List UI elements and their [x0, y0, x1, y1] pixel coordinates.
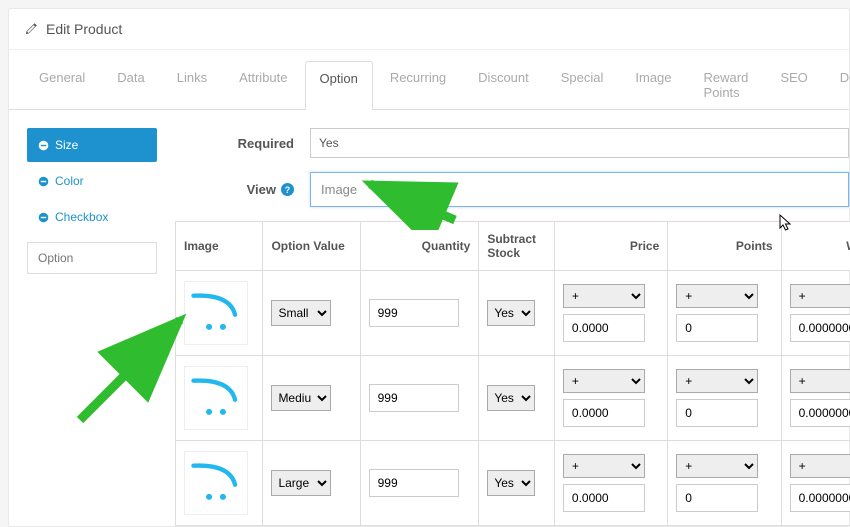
price-input[interactable]: [563, 399, 645, 427]
points-input[interactable]: [676, 484, 758, 512]
tab-reward-points[interactable]: Reward Points: [689, 60, 764, 109]
quantity-input[interactable]: [369, 384, 459, 412]
tab-seo[interactable]: SEO: [765, 60, 822, 109]
sidebar-item-checkbox[interactable]: Checkbox: [27, 200, 157, 234]
table-row: Large Yes + + +: [176, 441, 850, 526]
col-points: Points: [668, 222, 781, 271]
option-value-select[interactable]: Large: [271, 470, 331, 496]
sidebar-item-label: Checkbox: [55, 210, 108, 224]
price-sign-select[interactable]: +: [563, 369, 645, 393]
subtract-select[interactable]: Yes: [487, 470, 535, 496]
panel-header: Edit Product: [9, 9, 849, 50]
pencil-icon: [24, 22, 38, 36]
row-image[interactable]: [184, 281, 248, 345]
cursor-icon: [779, 214, 793, 232]
price-sign-select[interactable]: +: [563, 284, 645, 308]
tab-attribute[interactable]: Attribute: [224, 60, 302, 109]
panel-title: Edit Product: [46, 21, 122, 37]
price-sign-select[interactable]: +: [563, 454, 645, 478]
tab-image[interactable]: Image: [620, 60, 686, 109]
points-input[interactable]: [676, 399, 758, 427]
points-sign-select[interactable]: +: [676, 454, 758, 478]
table-row: Mediu Yes + + +: [176, 356, 850, 441]
sidebar-item-label: Size: [55, 138, 78, 152]
view-label: View ?: [175, 182, 310, 197]
tab-data[interactable]: Data: [102, 60, 159, 109]
option-sidebar: Size Color Checkbox: [27, 128, 157, 526]
col-image: Image: [176, 222, 263, 271]
minus-circle-icon: [38, 212, 49, 223]
quantity-input[interactable]: [369, 469, 459, 497]
col-subtract: Subtract Stock: [479, 222, 555, 271]
weight-sign-select[interactable]: +: [790, 284, 850, 308]
weight-input[interactable]: [790, 484, 850, 512]
weight-sign-select[interactable]: +: [790, 454, 850, 478]
option-value-select[interactable]: Small: [271, 300, 331, 326]
tab-bar: General Data Links Attribute Option Recu…: [9, 50, 849, 110]
tab-recurring[interactable]: Recurring: [375, 60, 461, 109]
row-image[interactable]: [184, 366, 248, 430]
price-input[interactable]: [563, 484, 645, 512]
option-value-select[interactable]: Mediu: [271, 385, 331, 411]
col-option-value: Option Value: [263, 222, 360, 271]
help-icon[interactable]: ?: [281, 183, 294, 196]
tab-design[interactable]: Design: [825, 60, 850, 109]
tab-links[interactable]: Links: [162, 60, 222, 109]
col-price: Price: [554, 222, 667, 271]
sidebar-item-label: Color: [55, 174, 84, 188]
points-sign-select[interactable]: +: [676, 284, 758, 308]
subtract-select[interactable]: Yes: [487, 300, 535, 326]
row-image[interactable]: [184, 451, 248, 515]
col-quantity: Quantity: [360, 222, 479, 271]
minus-circle-icon: [38, 176, 49, 187]
option-add-input[interactable]: [27, 242, 157, 274]
quantity-input[interactable]: [369, 299, 459, 327]
subtract-select[interactable]: Yes: [487, 385, 535, 411]
tab-special[interactable]: Special: [546, 60, 619, 109]
option-values-table: Image Option Value Quantity Subtract Sto…: [175, 221, 850, 526]
weight-input[interactable]: [790, 399, 850, 427]
view-select[interactable]: Image: [310, 172, 849, 207]
price-input[interactable]: [563, 314, 645, 342]
required-label: Required: [175, 136, 310, 151]
table-row: Small Yes + + +: [176, 271, 850, 356]
tab-general[interactable]: General: [24, 60, 100, 109]
points-sign-select[interactable]: +: [676, 369, 758, 393]
sidebar-item-color[interactable]: Color: [27, 164, 157, 198]
weight-input[interactable]: [790, 314, 850, 342]
tab-option[interactable]: Option: [305, 61, 373, 110]
tab-discount[interactable]: Discount: [463, 60, 544, 109]
required-select[interactable]: Yes: [310, 128, 849, 158]
sidebar-item-size[interactable]: Size: [27, 128, 157, 162]
points-input[interactable]: [676, 314, 758, 342]
minus-circle-icon: [38, 140, 49, 151]
weight-sign-select[interactable]: +: [790, 369, 850, 393]
